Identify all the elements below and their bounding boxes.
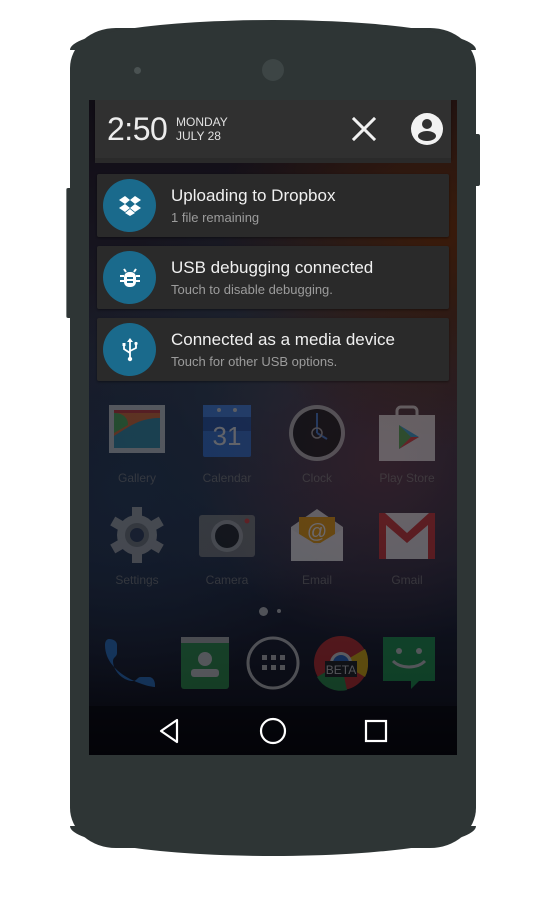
- user-account-button[interactable]: [411, 113, 443, 145]
- day-label: MONDAY: [176, 115, 228, 129]
- screen: Gallery 31 Calendar Clock Play Store Set…: [89, 100, 457, 755]
- notification-media-device[interactable]: Connected as a media device Touch for ot…: [97, 318, 449, 381]
- quick-settings-handle[interactable]: [95, 158, 451, 163]
- date-display: MONDAY JULY 28: [176, 115, 228, 143]
- back-button[interactable]: [155, 716, 185, 746]
- bug-icon: [119, 267, 140, 287]
- notification-icon-bg: [103, 251, 156, 304]
- notification-title: USB debugging connected: [171, 258, 374, 277]
- navigation-bar: [89, 706, 457, 755]
- recents-icon: [364, 719, 388, 743]
- close-icon: [351, 116, 377, 142]
- notification-usb-debugging[interactable]: USB debugging connected Touch to disable…: [97, 246, 449, 309]
- account-circle-icon: [411, 113, 443, 145]
- proximity-sensor: [134, 67, 141, 74]
- notification-icon-bg: [103, 179, 156, 232]
- clear-all-button[interactable]: [351, 116, 377, 142]
- back-icon: [159, 718, 179, 744]
- home-icon: [259, 717, 287, 745]
- power-button: [476, 134, 480, 186]
- usb-icon: [122, 337, 138, 361]
- notification-dropbox[interactable]: Uploading to Dropbox 1 file remaining: [97, 174, 449, 237]
- date-label: JULY 28: [176, 129, 221, 143]
- volume-button: [66, 188, 71, 318]
- notification-title: Connected as a media device: [171, 330, 395, 349]
- notification-subtitle: Touch for other USB options.: [171, 354, 338, 369]
- dropbox-icon: [118, 195, 141, 216]
- recents-button[interactable]: [361, 716, 391, 746]
- notification-subtitle: 1 file remaining: [171, 210, 260, 225]
- notification-subtitle: Touch to disable debugging.: [171, 282, 333, 297]
- notification-icon-bg: [103, 323, 156, 376]
- home-button[interactable]: [258, 716, 288, 746]
- notification-title: Uploading to Dropbox: [171, 186, 336, 205]
- clock-time: 2:50: [107, 111, 168, 147]
- front-camera: [262, 59, 284, 81]
- notification-header: 2:50 MONDAY JULY 28: [95, 100, 451, 158]
